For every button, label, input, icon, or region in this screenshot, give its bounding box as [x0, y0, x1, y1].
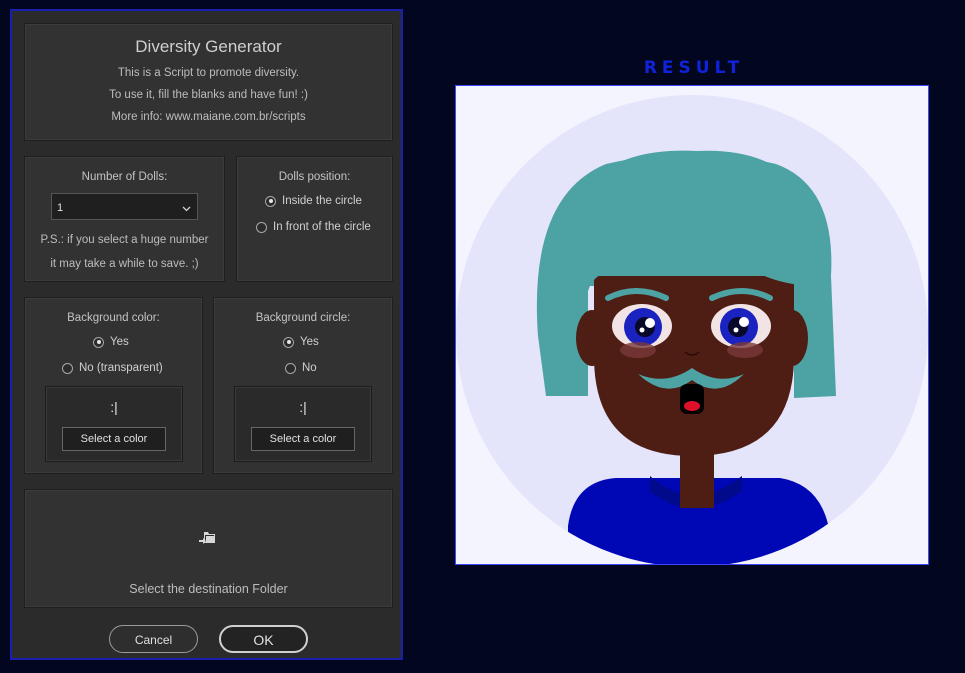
intro-line-2: To use it, fill the blanks and have fun!…: [109, 89, 308, 101]
intro-line-1: This is a Script to promote diversity.: [117, 67, 300, 79]
dolls-position-label: Dolls position:: [278, 171, 351, 183]
background-circle-panel: Background circle: Yes No :| Select a co…: [213, 297, 393, 474]
bg-color-no-option[interactable]: No (transparent): [62, 362, 163, 374]
header-panel: Diversity Generator This is a Script to …: [24, 23, 393, 141]
bg-color-no-label: No (transparent): [79, 362, 163, 374]
doll-eye-shine-left: [645, 318, 655, 328]
doll-illustration: [456, 95, 928, 564]
position-front-label: In front of the circle: [273, 221, 371, 233]
doll-tongue: [684, 401, 700, 411]
chevron-down-icon: [182, 203, 191, 215]
folder-arrow-icon[interactable]: [199, 530, 217, 551]
background-circle-preview-text: :|: [299, 399, 307, 415]
destination-folder-label: Select the destination Folder: [129, 582, 288, 596]
ok-button[interactable]: OK: [219, 625, 308, 653]
dolls-note-line-2: it may take a while to save. ;): [50, 258, 199, 270]
position-inside-radio[interactable]: [265, 195, 276, 207]
background-color-swatch: :| Select a color: [45, 386, 183, 462]
position-inside-label: Inside the circle: [282, 195, 362, 207]
position-inside-option[interactable]: Inside the circle: [265, 195, 362, 207]
bg-color-yes-label: Yes: [110, 336, 129, 348]
position-front-radio[interactable]: [256, 221, 267, 233]
doll-blush-right: [727, 342, 763, 358]
bg-circle-yes-radio[interactable]: [283, 336, 294, 348]
bg-circle-no-radio[interactable]: [285, 362, 296, 374]
doll-face: [594, 276, 794, 456]
result-canvas: [455, 85, 929, 565]
bg-circle-no-option[interactable]: No: [285, 362, 317, 374]
dolls-count-value: 1: [57, 202, 64, 214]
dolls-count-panel: Number of Dolls: 1 P.S.: if you select a…: [24, 156, 225, 282]
bg-color-yes-radio[interactable]: [93, 336, 104, 348]
cancel-button[interactable]: Cancel: [109, 625, 198, 653]
bg-color-yes-option[interactable]: Yes: [93, 336, 129, 348]
background-circle-label: Background circle:: [255, 312, 351, 324]
doll-eye-shine-right: [739, 317, 749, 327]
dolls-note-line-1: P.S.: if you select a huge number: [40, 234, 209, 246]
background-color-preview-text: :|: [110, 399, 118, 415]
dialog-title: Diversity Generator: [135, 37, 282, 56]
position-front-option[interactable]: In front of the circle: [256, 221, 371, 233]
bg-circle-yes-label: Yes: [300, 336, 319, 348]
doll-blush-left: [620, 342, 656, 358]
background-color-panel: Background color: Yes No (transparent) :…: [24, 297, 203, 474]
result-label: RESULT: [643, 58, 745, 78]
bg-color-no-radio[interactable]: [62, 362, 73, 374]
dolls-count-select[interactable]: 1: [51, 193, 198, 220]
select-background-color-button[interactable]: Select a color: [62, 427, 166, 451]
bg-circle-yes-option[interactable]: Yes: [283, 336, 319, 348]
dolls-count-label: Number of Dolls:: [81, 171, 168, 183]
select-circle-color-button[interactable]: Select a color: [251, 427, 355, 451]
dolls-position-panel: Dolls position: Inside the circle In fro…: [236, 156, 393, 282]
destination-folder-panel[interactable]: Select the destination Folder: [24, 489, 393, 608]
diversity-generator-dialog: Diversity Generator This is a Script to …: [10, 9, 403, 660]
intro-line-3: More info: www.maiane.com.br/scripts: [111, 111, 306, 123]
background-circle-swatch: :| Select a color: [234, 386, 372, 462]
background-color-label: Background color:: [67, 312, 160, 324]
bg-circle-no-label: No: [302, 362, 317, 374]
